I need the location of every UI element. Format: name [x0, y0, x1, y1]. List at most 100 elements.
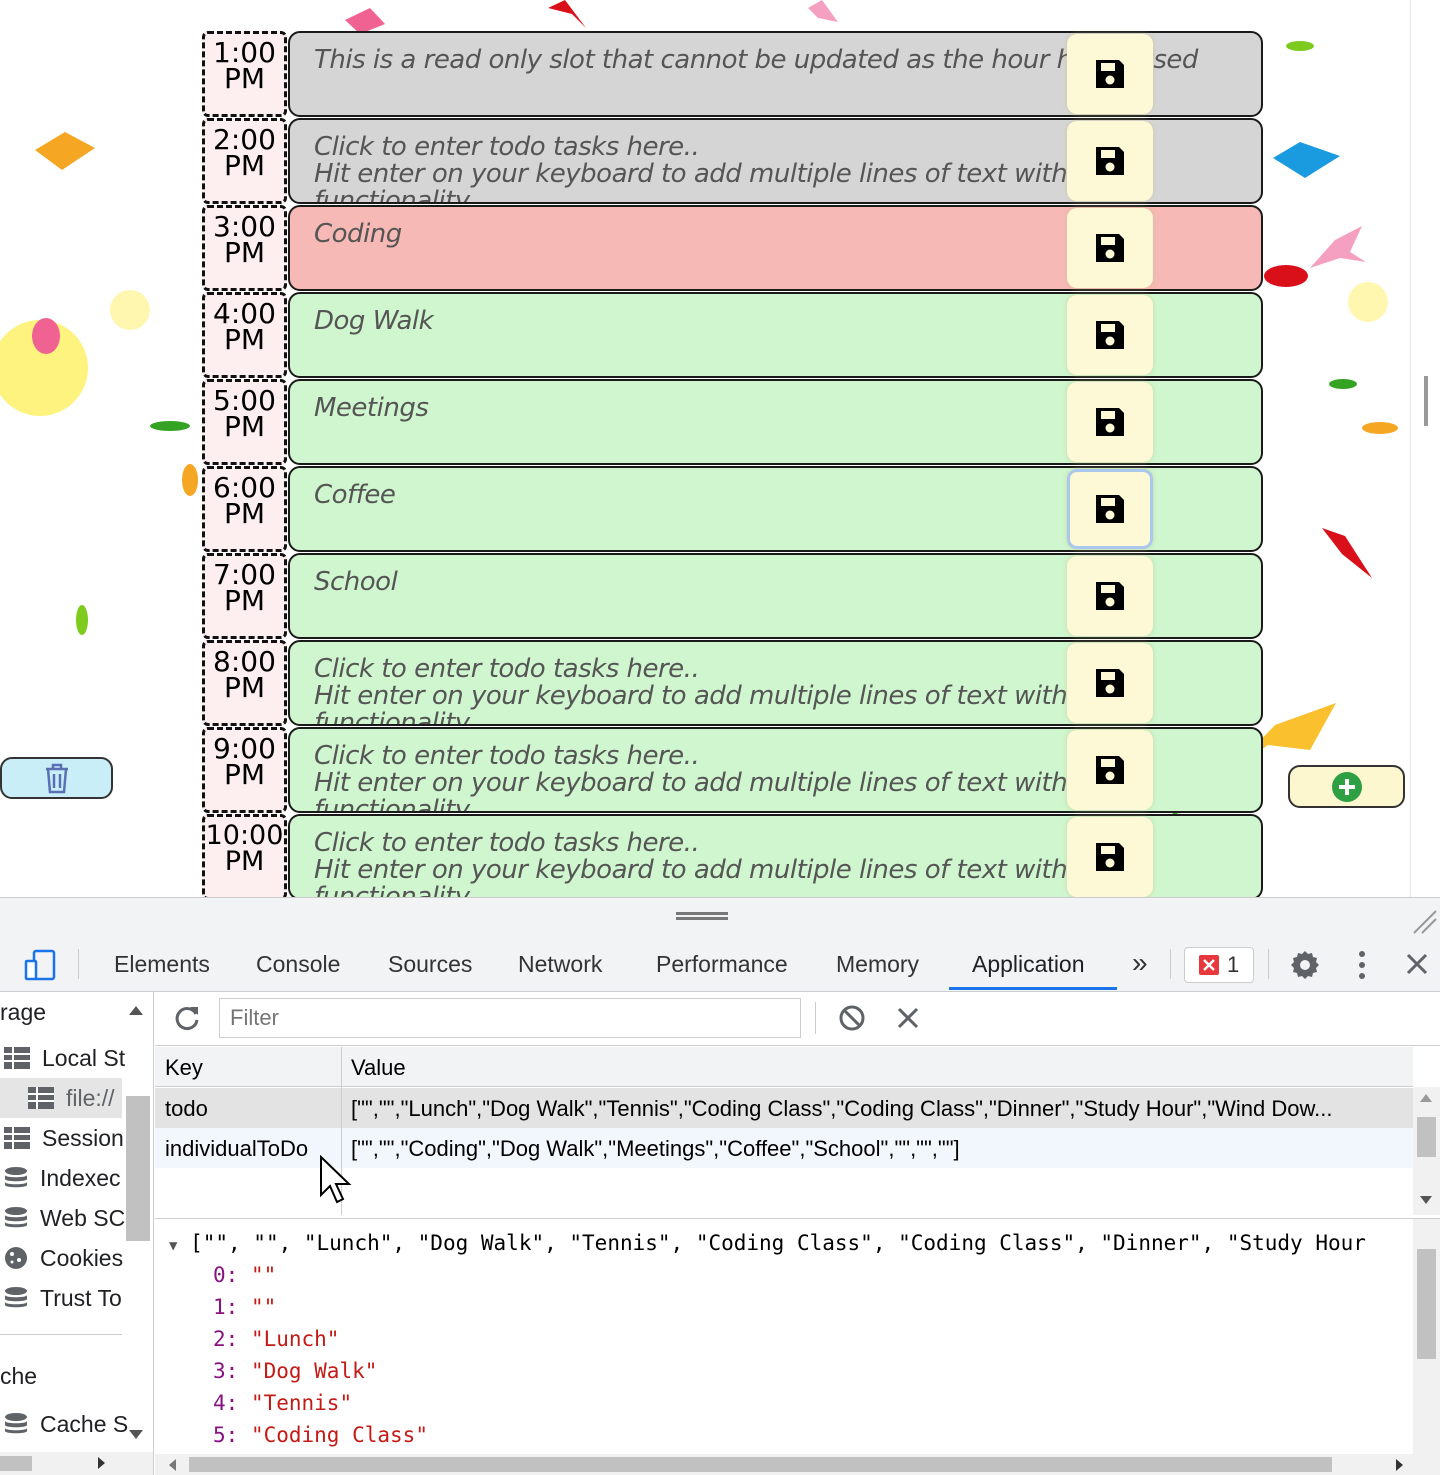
delete-selected-icon[interactable]: [896, 1006, 920, 1035]
scroll-down-icon[interactable]: [127, 1428, 145, 1440]
hour-row: 2:00 PM Click to enter todo tasks here.. …: [200, 118, 1263, 205]
devtools-tabbar: Elements Console Sources Network Perform…: [0, 937, 1440, 992]
tab-network[interactable]: Network: [518, 951, 602, 991]
grid-icon: [4, 1127, 30, 1149]
tab-performance[interactable]: Performance: [656, 951, 788, 991]
sidebar-item-cache-storage[interactable]: Cache S: [4, 1404, 128, 1444]
tab-console[interactable]: Console: [256, 951, 340, 991]
preview-item: 2: "Lunch": [213, 1327, 340, 1351]
save-button[interactable]: [1067, 556, 1153, 636]
tab-memory[interactable]: Memory: [836, 951, 919, 991]
hour-row: 7:00 PM School: [200, 553, 1263, 640]
tab-sources[interactable]: Sources: [388, 951, 472, 991]
hour-label: 6:00 PM: [202, 466, 287, 552]
refresh-icon[interactable]: [173, 1004, 201, 1037]
hour-label: 9:00 PM: [202, 727, 287, 813]
database-icon: [5, 1413, 27, 1434]
save-button[interactable]: [1067, 208, 1153, 288]
hour-label: 7:00 PM: [202, 553, 287, 639]
active-tab-indicator: [949, 987, 1117, 990]
floppy-disk-icon: [1096, 669, 1124, 697]
sidebar-item-file-origin[interactable]: file://: [0, 1078, 122, 1118]
floppy-disk-icon: [1096, 582, 1124, 610]
preview-scrollbar[interactable]: [1413, 1219, 1440, 1454]
tab-application[interactable]: Application: [972, 951, 1085, 991]
hour-row: 6:00 PM Coffee: [200, 466, 1263, 553]
value-preview: ▼ ["", "", "Lunch", "Dog Walk", "Tennis"…: [155, 1218, 1440, 1454]
floppy-disk-icon: [1096, 60, 1124, 88]
preview-item: 1: "": [213, 1295, 277, 1319]
floppy-disk-icon: [1096, 843, 1124, 871]
trash-icon: [45, 763, 68, 794]
row-key: individualToDo: [165, 1136, 309, 1161]
sidebar-hscroll[interactable]: [0, 1452, 153, 1475]
tab-elements[interactable]: Elements: [114, 951, 210, 991]
grid-icon: [4, 1047, 30, 1069]
storage-table: Key Value todo ["","","Lunch","Dog Walk"…: [155, 1047, 1440, 1215]
sidebar-item-indexeddb[interactable]: Indexec: [4, 1158, 121, 1198]
plus-circle-icon: [1331, 771, 1362, 802]
preview-item: 0: "": [213, 1263, 277, 1287]
cookie-icon: [5, 1247, 27, 1269]
preview-hscroll[interactable]: [155, 1454, 1440, 1475]
preview-item: 4: "Tennis": [213, 1391, 353, 1415]
table-scrollbar[interactable]: [1413, 1087, 1440, 1215]
error-icon: [1199, 955, 1219, 975]
save-button[interactable]: [1067, 34, 1153, 114]
sidebar-item-trust-tokens[interactable]: Trust To: [4, 1278, 122, 1318]
more-tabs-icon[interactable]: »: [1132, 947, 1148, 987]
kebab-menu-icon[interactable]: [1352, 949, 1372, 987]
sidebar-item-session-storage[interactable]: Session: [4, 1118, 124, 1158]
save-button[interactable]: [1067, 730, 1153, 810]
hour-row: 1:00 PM This is a read only slot that can…: [200, 31, 1263, 118]
row-value: ["","","Lunch","Dog Walk","Tennis","Codi…: [351, 1096, 1333, 1121]
column-header-value[interactable]: Value: [351, 1055, 406, 1081]
app-viewport: 1:00 PM This is a read only slot that can…: [0, 0, 1410, 897]
clear-all-icon[interactable]: [838, 1004, 866, 1037]
settings-gear-icon[interactable]: [1289, 949, 1321, 987]
add-task-button[interactable]: [1288, 765, 1405, 808]
hour-row: 10:00 PM Click to enter todo tasks here..…: [200, 814, 1263, 897]
save-button[interactable]: [1067, 643, 1153, 723]
sidebar-scrollbar[interactable]: [122, 992, 153, 1452]
save-button[interactable]: [1067, 382, 1153, 462]
sidebar-section-cache: che: [0, 1362, 38, 1389]
column-header-key[interactable]: Key: [165, 1055, 203, 1081]
device-toolbar-icon[interactable]: [22, 949, 56, 987]
sidebar-section-storage: rage: [0, 998, 47, 1025]
hour-label: 5:00 PM: [202, 379, 287, 465]
close-devtools-icon[interactable]: [1404, 951, 1430, 983]
preview-item: 3: "Dog Walk": [213, 1359, 378, 1383]
floppy-disk-icon: [1096, 147, 1124, 175]
error-count-badge[interactable]: 1: [1184, 947, 1254, 983]
preview-summary[interactable]: ▼ ["", "", "Lunch", "Dog Walk", "Tennis"…: [169, 1231, 1366, 1255]
hour-row: 5:00 PM Meetings: [200, 379, 1263, 466]
database-icon: [5, 1167, 27, 1188]
save-button[interactable]: [1067, 817, 1153, 897]
floppy-disk-icon: [1096, 321, 1124, 349]
sidebar-item-websql[interactable]: Web SC: [4, 1198, 125, 1238]
hour-label: 1:00 PM: [202, 31, 287, 117]
grid-icon: [28, 1087, 54, 1109]
hour-row: 3:00 PM Coding: [200, 205, 1263, 292]
save-button[interactable]: [1067, 469, 1153, 549]
hour-row: 4:00 PM Dog Walk: [200, 292, 1263, 379]
preview-item: 5: "Coding Class": [213, 1423, 428, 1447]
page-scrollbar[interactable]: [1410, 0, 1440, 897]
hour-label: 10:00 PM: [202, 814, 287, 897]
hour-label: 8:00 PM: [202, 640, 287, 726]
filter-input[interactable]: [219, 998, 801, 1038]
database-icon: [5, 1207, 27, 1228]
mouse-cursor-icon: [320, 1155, 352, 1204]
save-button[interactable]: [1067, 295, 1153, 375]
sidebar-item-local-storage[interactable]: Local St: [4, 1038, 125, 1078]
table-row[interactable]: todo ["","","Lunch","Dog Walk","Tennis",…: [155, 1088, 1413, 1128]
hour-row: 8:00 PM Click to enter todo tasks here.. …: [200, 640, 1263, 727]
save-button[interactable]: [1067, 121, 1153, 201]
devtools-resize-handle[interactable]: [0, 897, 1440, 937]
sidebar-item-cookies[interactable]: Cookies: [4, 1238, 123, 1278]
row-key: todo: [165, 1096, 208, 1121]
error-count: 1: [1227, 952, 1240, 977]
floppy-disk-icon: [1096, 495, 1124, 523]
clear-all-button[interactable]: [0, 757, 113, 799]
